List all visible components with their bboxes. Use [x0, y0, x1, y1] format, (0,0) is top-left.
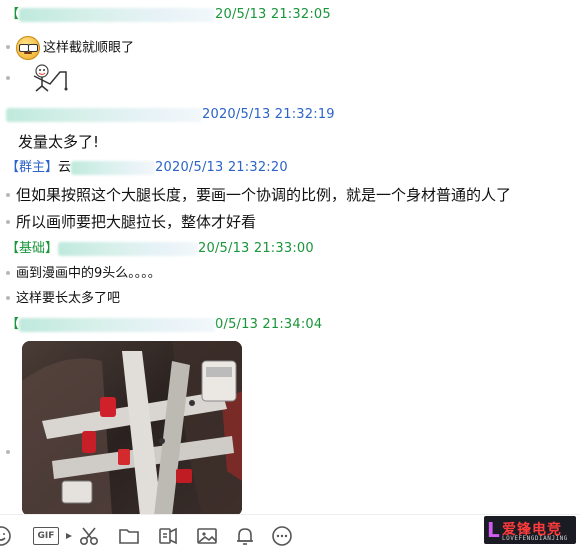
message-text: 画到漫画中的9头么。。。。	[16, 266, 161, 281]
emoji-icon[interactable]	[0, 525, 12, 547]
redacted-sender	[58, 241, 199, 256]
message-line: 这样要长太多了吧	[6, 290, 120, 308]
message-line	[6, 70, 16, 88]
sticker-image[interactable]	[30, 62, 78, 92]
watermark-logo: L 爱锋电竞 LOVEFENGDIANJING	[484, 516, 576, 544]
role-tag: 【	[6, 317, 20, 332]
message-line: 所以画师要把大腿拉长，整体才好看	[6, 213, 256, 231]
bell-icon[interactable]	[234, 525, 256, 547]
message-header: 【 0/5/13 21:34:04	[6, 316, 322, 334]
more-icon[interactable]	[271, 525, 293, 547]
message-text: 所以画师要把大腿拉长，整体才好看	[16, 213, 257, 231]
chat-history: 【20/5/13 21:32:05 这样截就顺眼了 2020/5/13 21:3…	[0, 0, 580, 514]
message-header: 2020/5/13 21:32:19	[6, 106, 335, 124]
message-header: 【群主】云 2020/5/13 21:32:20	[6, 159, 288, 177]
role-tag: 【群主】	[6, 160, 59, 175]
message-time: 2020/5/13 21:32:19	[202, 107, 335, 122]
photo-content	[22, 341, 242, 514]
message-time: 2020/5/13 21:32:20	[155, 160, 288, 175]
redacted-sender	[71, 160, 156, 175]
message-text: 但如果按照这个大腿长度，要画一个协调的比例，就是一个身材普通的人了	[16, 186, 512, 204]
message-text: 这样要长太多了吧	[16, 291, 121, 306]
cool-face-emoji	[16, 36, 40, 60]
message-text: 发量太多了!	[18, 133, 100, 151]
message-line	[6, 444, 16, 462]
message-line: 发量太多了!	[18, 133, 99, 151]
picture-icon[interactable]	[196, 525, 218, 547]
message-time: 0/5/13 21:34:04	[215, 317, 323, 332]
message-line: 这样截就顺眼了	[6, 36, 134, 60]
anime-photo[interactable]	[22, 341, 242, 514]
redacted-sender	[19, 317, 216, 332]
message-time: 20/5/13 21:32:05	[215, 7, 331, 22]
gif-arrow-icon	[58, 525, 72, 547]
message-header: 【20/5/13 21:32:05	[6, 7, 331, 22]
message-line: 但如果按照这个大腿长度，要画一个协调的比例，就是一个身材普通的人了	[6, 186, 511, 204]
message-header: 【基础】 20/5/13 21:33:00	[6, 240, 314, 258]
folder-icon[interactable]	[118, 525, 140, 547]
message-time: 20/5/13 21:33:00	[198, 241, 314, 256]
watermark-l-icon: L	[487, 518, 500, 542]
redacted-sender	[6, 107, 202, 122]
watermark-subtext: LOVEFENGDIANJING	[502, 535, 568, 542]
message-line: 画到漫画中的9头么。。。。	[6, 265, 161, 283]
scissors-icon[interactable]	[78, 525, 100, 547]
redacted-sender	[19, 7, 216, 22]
sender-name: 云	[58, 160, 72, 175]
message-text: 这样截就顺眼了	[43, 40, 135, 56]
gif-icon[interactable]: GIF	[33, 527, 59, 545]
voice-icon[interactable]	[157, 525, 179, 547]
role-tag: 【基础】	[6, 241, 59, 256]
